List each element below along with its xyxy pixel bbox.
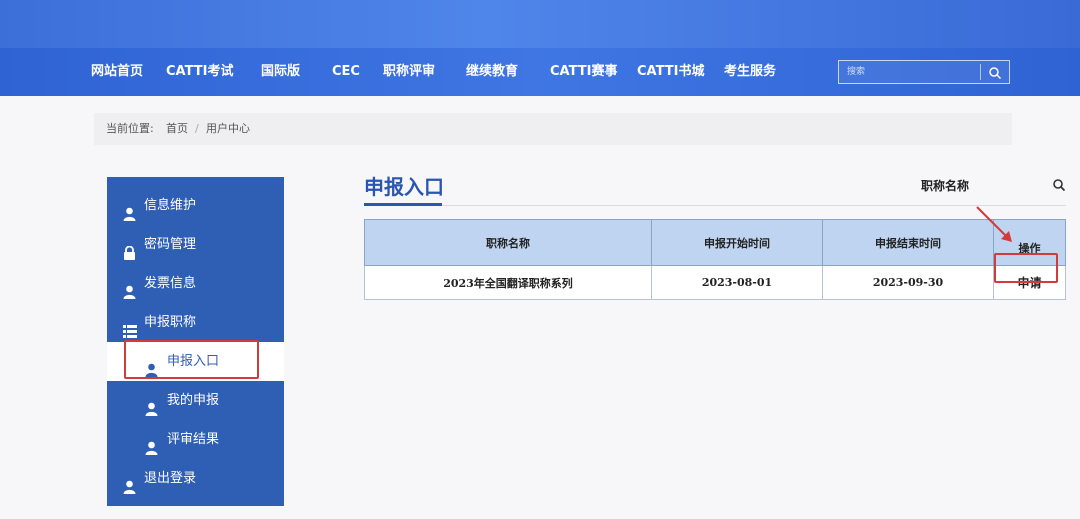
sidebar-item-password[interactable]: 密码管理	[107, 225, 284, 264]
user-icon	[123, 471, 136, 510]
sidebar-item-label: 申报职称	[144, 315, 197, 330]
sidebar-item-info[interactable]: 信息维护	[107, 186, 284, 225]
search-divider	[980, 64, 981, 80]
sidebar-item-logout[interactable]: 退出登录	[107, 459, 284, 498]
nav-item-title-review[interactable]: 职称评审	[383, 48, 435, 96]
search-icon[interactable]	[1052, 177, 1066, 196]
table-row: 2023年全国翻译职称系列 2023-08-01 2023-09-30 申请	[364, 265, 1066, 300]
breadcrumb: 当前位置: 首页 / 用户中心	[94, 113, 1012, 145]
cell-end-time: 2023-09-30	[822, 265, 994, 300]
cell-start-time: 2023-08-01	[651, 265, 823, 300]
sidebar-item-label: 我的申报	[167, 393, 220, 408]
breadcrumb-separator: /	[195, 122, 199, 135]
table-header-row: 职称名称 申报开始时间 申报结束时间 操作	[364, 219, 1066, 266]
sidebar-item-my-applications[interactable]: 我的申报	[107, 381, 284, 420]
search-icon[interactable]	[988, 65, 1002, 84]
sidebar-item-label: 密码管理	[144, 237, 197, 252]
sidebar-item-label: 评审结果	[167, 432, 220, 447]
nav-item-catti-competition[interactable]: CATTI赛事	[550, 48, 617, 96]
sidebar-item-label: 信息维护	[144, 198, 197, 213]
sidebar-item-review-results[interactable]: 评审结果	[107, 420, 284, 459]
column-header-end-time: 申报结束时间	[822, 219, 994, 266]
nav-item-catti-bookstore[interactable]: CATTI书城	[637, 48, 704, 96]
cell-title: 2023年全国翻译职称系列	[364, 265, 652, 300]
nav-item-catti-exam[interactable]: CATTI考试	[166, 48, 233, 96]
filter-label: 职称名称	[921, 179, 970, 193]
application-table: 职称名称 申报开始时间 申报结束时间 操作 2023年全国翻译职称系列 2023…	[364, 219, 1066, 300]
column-header-start-time: 申报开始时间	[651, 219, 823, 266]
nav-item-candidate-services[interactable]: 考生服务	[724, 48, 776, 96]
page-title: 申报入口	[364, 175, 444, 199]
sidebar-item-invoice[interactable]: 发票信息	[107, 264, 284, 303]
highlight-box-apply-button	[994, 253, 1058, 283]
column-header-title: 职称名称	[364, 219, 652, 266]
sidebar-item-label: 退出登录	[144, 471, 197, 486]
nav-item-continuing-education[interactable]: 继续教育	[466, 48, 518, 96]
nav-item-cec[interactable]: CEC	[332, 48, 360, 96]
breadcrumb-prefix: 当前位置:	[106, 122, 154, 135]
sidebar-item-label: 发票信息	[144, 276, 197, 291]
header-banner	[0, 0, 1080, 48]
site-search-input[interactable]: 搜索	[838, 60, 1010, 84]
breadcrumb-current: 用户中心	[206, 122, 250, 135]
nav-item-home[interactable]: 网站首页	[91, 48, 143, 96]
nav-item-international[interactable]: 国际版	[261, 48, 300, 96]
highlight-box-apply-entry	[124, 340, 259, 379]
sidebar-item-apply-title[interactable]: 申报职称	[107, 303, 284, 342]
search-placeholder: 搜索	[847, 67, 866, 77]
red-arrow-icon	[974, 204, 1018, 252]
breadcrumb-home[interactable]: 首页	[166, 113, 188, 145]
main-nav: 网站首页 CATTI考试 国际版 CEC 职称评审 继续教育 CATTI赛事 C…	[0, 48, 1080, 96]
title-underline	[364, 203, 442, 206]
title-divider	[364, 205, 1066, 206]
